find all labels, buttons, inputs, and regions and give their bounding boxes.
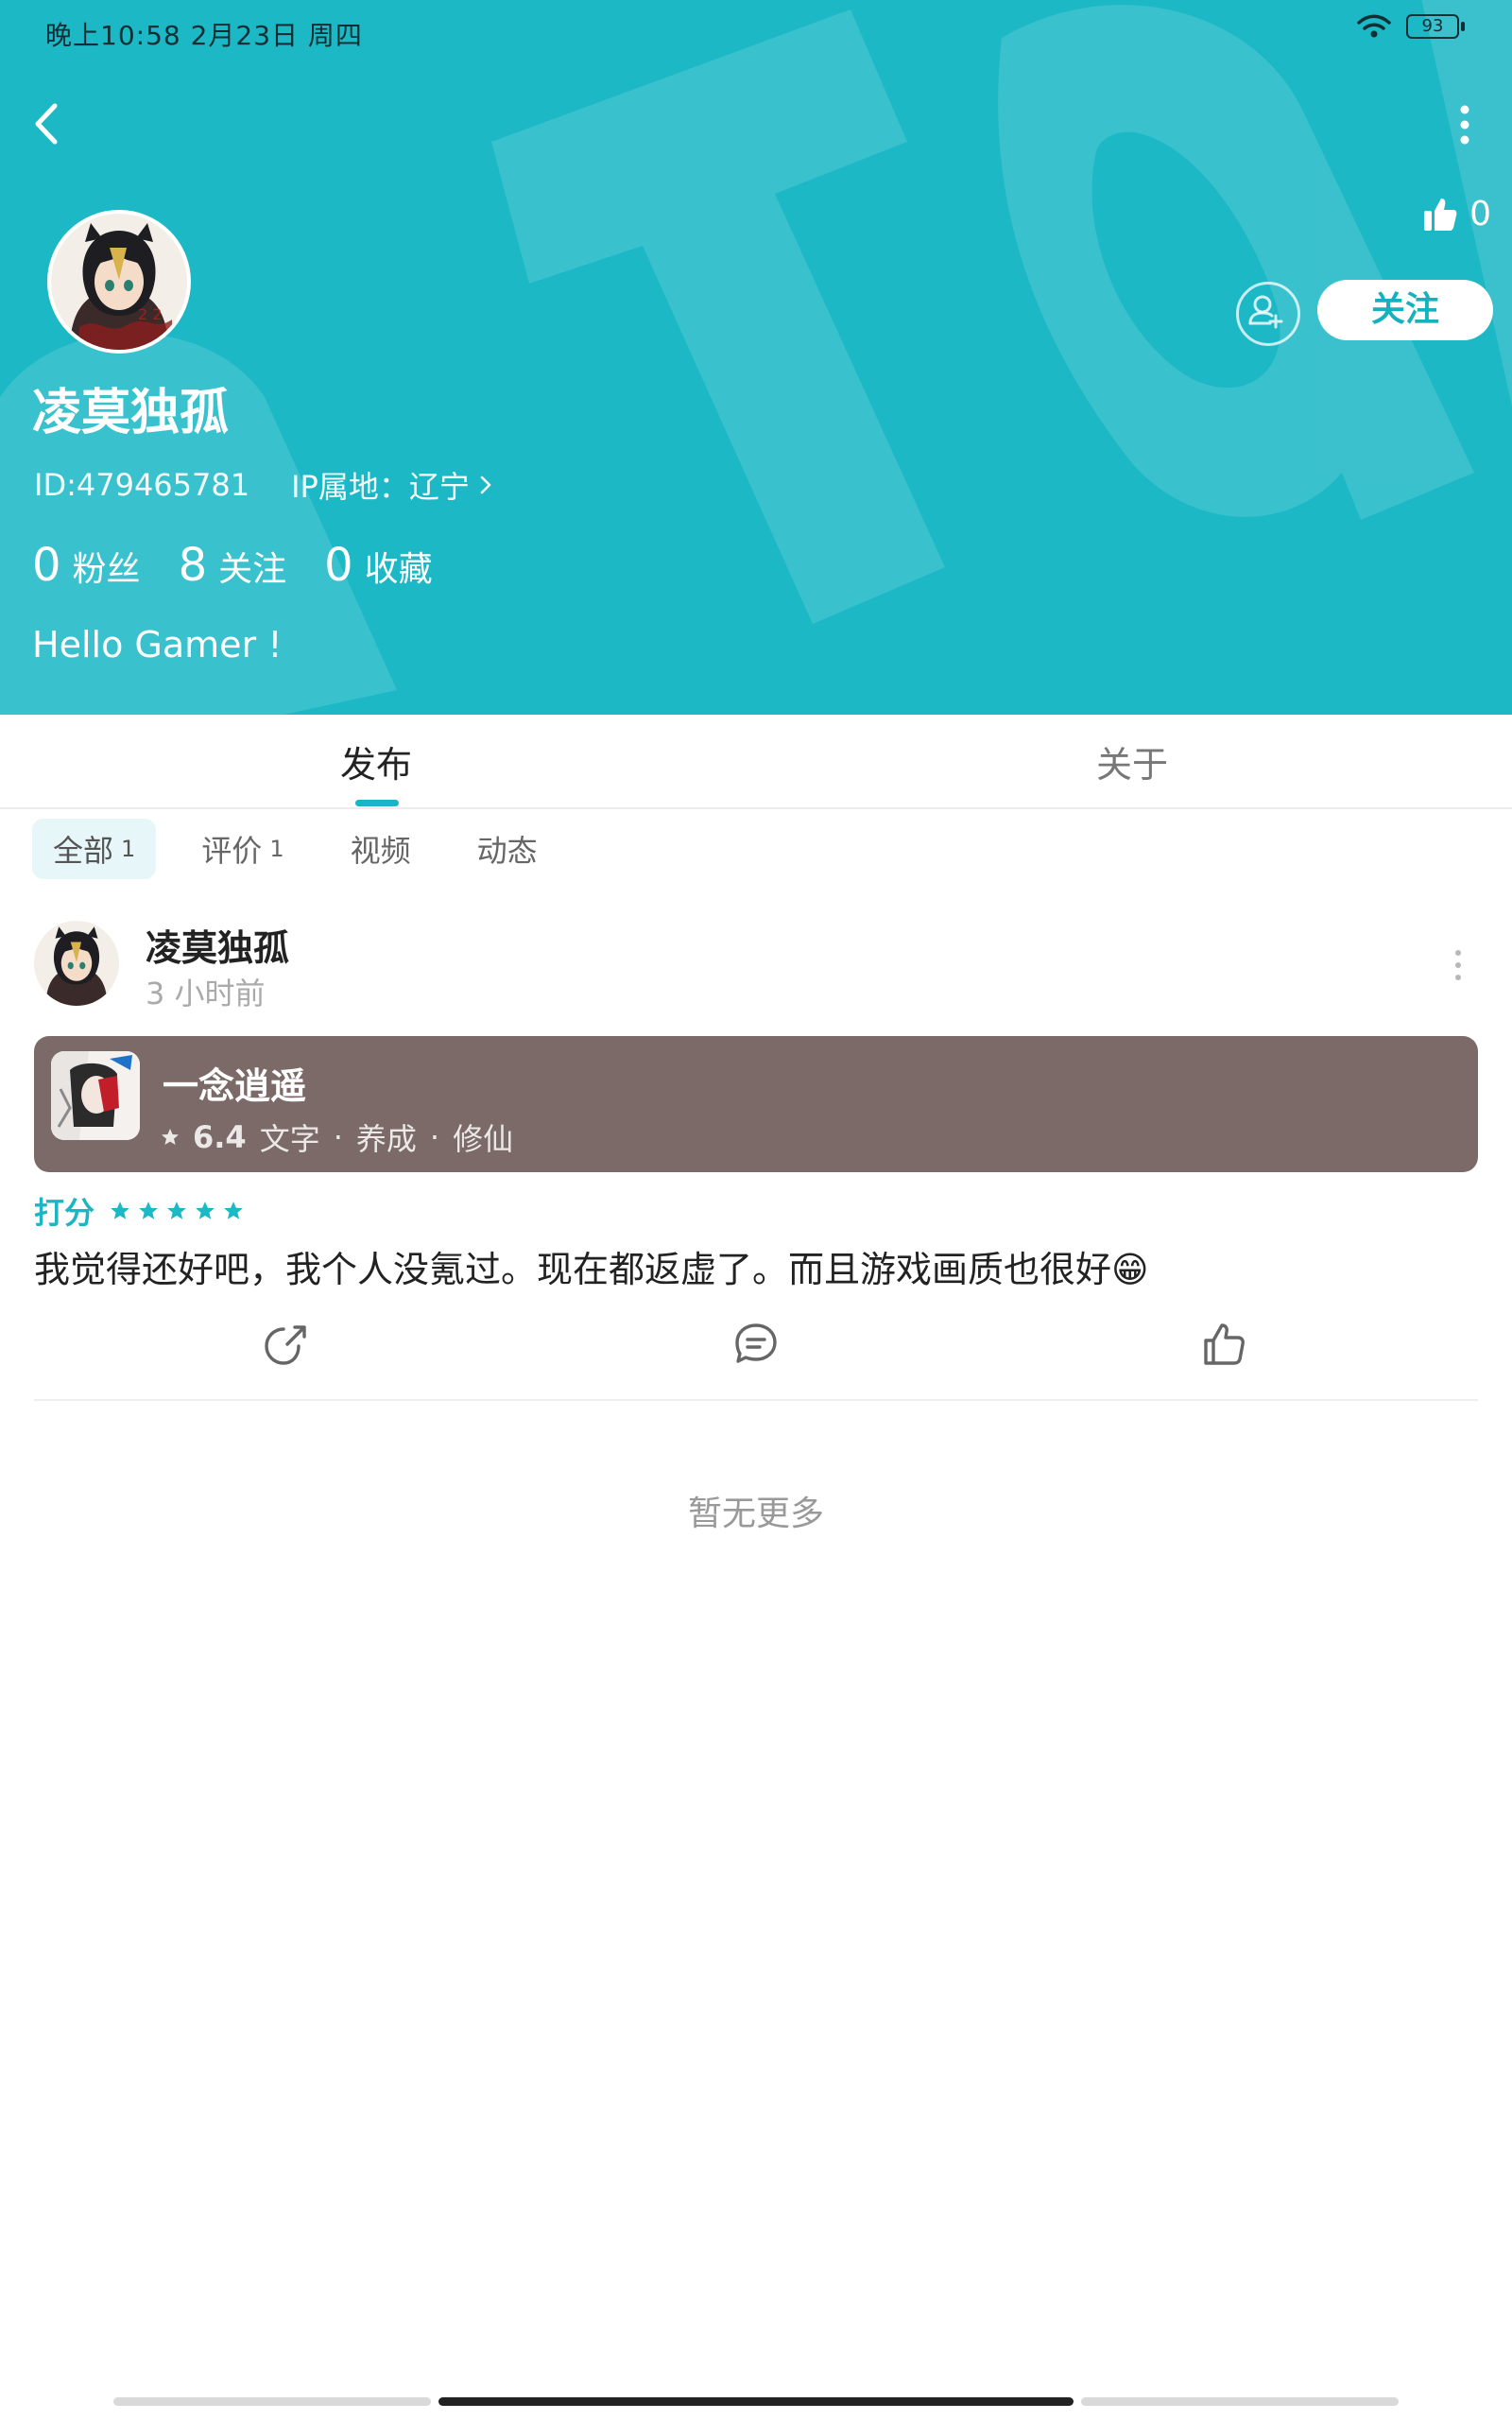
profile-id-line: ID:479465781 IP属地：辽宁 (34, 463, 492, 507)
game-cover-image (51, 1051, 140, 1140)
thumbs-up-icon (1424, 198, 1457, 231)
filter-all[interactable]: 全部 1 (32, 819, 157, 879)
comment-icon[interactable] (731, 1320, 781, 1369)
followers-count: 0 (32, 539, 61, 592)
rating-star-icon (224, 1201, 243, 1219)
rating-label: 打分 (34, 1195, 95, 1231)
tab-posts[interactable]: 发布 (340, 735, 412, 787)
avatar-image (34, 921, 119, 1006)
post-timestamp: 3 小时前 (146, 976, 266, 1011)
game-score: 6.4 (193, 1119, 247, 1155)
profile-username: 凌莫独孤 (32, 385, 230, 441)
post-more-icon[interactable] (1453, 949, 1463, 981)
filter-reviews-label: 评价 (201, 833, 263, 869)
svg-text:2 2: 2 2 (138, 305, 162, 323)
ip-location-label: IP属地：辽宁 (291, 469, 470, 505)
content-tabs: 发布 关于 (0, 715, 1512, 809)
avatar[interactable]: 2 2 (47, 210, 191, 354)
like-count: 0 (1469, 195, 1491, 233)
filter-all-label: 全部 (53, 833, 114, 869)
following-count: 8 (178, 539, 208, 592)
favorites-count: 0 (324, 539, 353, 592)
filter-reviews[interactable]: 评价 1 (180, 819, 304, 879)
rating-star-icon (111, 1201, 129, 1219)
avatar-image: 2 2 (51, 214, 187, 350)
game-meta: 6.4 文字 · 养成 · 修仙 (161, 1115, 513, 1159)
filter-reviews-count: 1 (269, 836, 284, 862)
rating-stars (110, 1201, 244, 1221)
post-filters: 全部 1 评价 1 视频 动态 (32, 819, 583, 879)
nav-bar-left (113, 2397, 431, 2406)
game-card[interactable]: 一念逍遥 6.4 文字 · 养成 · 修仙 (34, 1036, 1478, 1172)
user-id: ID:479465781 (34, 467, 250, 503)
filter-videos[interactable]: 视频 (330, 819, 432, 879)
taptap-watermark (0, 0, 1512, 715)
end-of-list-text: 暂无更多 (687, 1495, 824, 1533)
game-icon (51, 1051, 140, 1140)
home-indicator[interactable] (438, 2397, 1074, 2406)
game-tag: 文字 (259, 1121, 320, 1157)
status-icons: 93 (1355, 13, 1465, 40)
wifi-icon (1357, 14, 1391, 38)
add-friend-button[interactable] (1236, 282, 1300, 346)
following-stat[interactable]: 8 关注 (179, 539, 287, 592)
game-tag: 养成 (355, 1121, 417, 1157)
user-plus-icon (1248, 295, 1283, 329)
followers-label: 粉丝 (72, 550, 141, 589)
profile-like[interactable]: 0 (1422, 195, 1491, 233)
post-divider (34, 1399, 1478, 1401)
ip-location[interactable]: IP属地：辽宁 (291, 463, 492, 507)
nav-bar-right (1081, 2397, 1399, 2406)
tag-separator: · (429, 1119, 440, 1155)
game-title: 一念逍遥 (163, 1065, 307, 1107)
share-icon[interactable] (261, 1320, 310, 1369)
post-author-name[interactable]: 凌莫独孤 (146, 919, 289, 971)
profile-header: 晚上10:58 2月23日 周四 93 0 2 2 关注 凌莫独孤 ID:479… (0, 0, 1512, 715)
more-vertical-icon[interactable] (1455, 104, 1474, 146)
battery-icon: 93 (1406, 14, 1465, 39)
post-rating: 打分 (34, 1189, 244, 1233)
tab-indicator (355, 800, 399, 806)
review-text: 我觉得还好吧，我个人没氪过。现在都返虚了。而且游戏画质也很好😁 (34, 1249, 1149, 1290)
following-label: 关注 (218, 550, 287, 589)
tab-about[interactable]: 关于 (1096, 735, 1168, 787)
follow-button[interactable]: 关注 (1317, 280, 1493, 340)
chevron-right-icon (480, 475, 491, 494)
rating-star-icon (196, 1201, 215, 1219)
profile-stats: 0 粉丝 8 关注 0 收藏 (32, 539, 433, 592)
tag-separator: · (333, 1119, 343, 1155)
profile-bio: Hello Gamer ! (32, 624, 283, 666)
filter-all-count: 1 (121, 836, 136, 862)
favorites-label: 收藏 (364, 550, 433, 589)
back-icon[interactable] (28, 98, 66, 149)
rating-star-icon (139, 1201, 158, 1219)
filter-videos-label: 视频 (350, 833, 411, 869)
rating-star-icon (167, 1201, 186, 1219)
filter-moments-label: 动态 (476, 833, 538, 869)
status-time: 晚上10:58 2月23日 周四 (45, 20, 363, 51)
like-icon[interactable] (1200, 1320, 1249, 1369)
followers-stat[interactable]: 0 粉丝 (32, 539, 141, 592)
favorites-stat[interactable]: 0 收藏 (324, 539, 433, 592)
game-tag: 修仙 (453, 1121, 514, 1157)
star-icon (162, 1129, 179, 1145)
filter-moments[interactable]: 动态 (456, 819, 558, 879)
post-author-avatar[interactable] (34, 921, 119, 1006)
